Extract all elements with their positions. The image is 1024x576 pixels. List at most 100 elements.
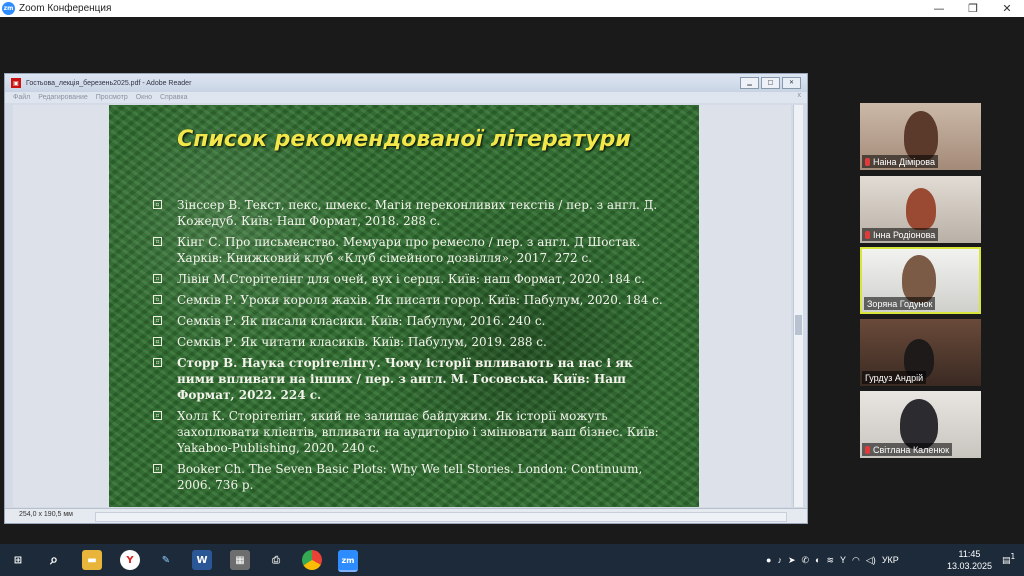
scanner-icon[interactable]: ⎙: [266, 550, 286, 570]
participant-tile[interactable]: Інна Родіонова: [860, 176, 981, 243]
calculator-icon[interactable]: ▦: [230, 550, 250, 570]
viber-icon[interactable]: ✆: [801, 555, 809, 566]
muted-mic-icon: [865, 445, 870, 454]
chrome-icon[interactable]: [302, 550, 322, 570]
network-icon[interactable]: ≋: [826, 555, 834, 566]
reader-close-icon[interactable]: ✕: [782, 77, 801, 89]
zoom-logo-icon: zm: [2, 2, 15, 15]
windows-start-icon[interactable]: ⊞: [8, 550, 28, 570]
reader-window-title: Гостьова_лекція_березень2025.pdf - Adobe…: [26, 79, 192, 87]
literature-item-text: Зінссер В. Текст, пекс, шмекс. Магія пер…: [177, 198, 658, 228]
literature-item-text: Лівін М.Сторітелінг для очей, вух і серц…: [177, 272, 645, 286]
volume-icon[interactable]: ◁): [866, 555, 876, 566]
reader-window-controls: ▁ □ ✕: [740, 77, 801, 89]
literature-item: ▫ Семків Р. Уроки короля жахів. Як писати…: [153, 292, 673, 308]
zoom-window-title: Zoom Конференция: [19, 3, 112, 14]
microphone-icon[interactable]: ♪: [777, 555, 782, 565]
word-icon[interactable]: W: [192, 550, 212, 570]
zoom-tray-icon[interactable]: ●: [766, 555, 771, 565]
literature-item-text: Booker Ch. The Seven Basic Plots: Why We…: [177, 462, 643, 492]
literature-item: ▫ Booker Ch. The Seven Basic Plots: Why W…: [153, 461, 673, 493]
reader-menubar: Файл Редагирование Просмотр Окно Справка…: [5, 92, 807, 103]
participant-silhouette: [902, 255, 936, 303]
menu-item-window[interactable]: Окно: [136, 94, 152, 101]
meeting-area: ▣ Гостьова_лекція_березень2025.pdf - Ado…: [0, 17, 1024, 544]
scrollbar-thumb[interactable]: [795, 315, 802, 335]
paint-icon[interactable]: ✎: [156, 550, 176, 570]
zoom-taskbar-icon[interactable]: zm: [338, 550, 358, 572]
participant-name: Гурдуз Андрій: [865, 372, 924, 383]
vertical-scrollbar[interactable]: [793, 105, 803, 507]
menu-item-edit[interactable]: Редагирование: [38, 94, 88, 101]
messenger-icon[interactable]: ◐: [815, 555, 820, 565]
literature-item-text: Сторр В. Наука сторітелінгу. Чому історі…: [177, 356, 633, 402]
bullet-icon: ▫: [153, 464, 162, 473]
notification-count: 1: [1010, 552, 1016, 561]
document-area: Список рекомендованої літератури ▫ Зінссе…: [13, 105, 791, 507]
muted-mic-icon: [865, 230, 870, 239]
bullet-icon: ▫: [153, 358, 162, 367]
close-icon[interactable]: ✕: [990, 0, 1024, 17]
document-close-icon[interactable]: x: [798, 92, 802, 99]
participant-name-bar: Зоряна Годунок: [864, 297, 936, 310]
file-explorer-icon[interactable]: ▬: [82, 550, 102, 570]
participant-name: Інна Родіонова: [873, 229, 936, 240]
literature-list: ▫ Зінссер В. Текст, пекс, шмекс. Магія пе…: [153, 197, 673, 498]
participant-silhouette: [904, 111, 938, 161]
participant-tile[interactable]: Зоряна Годунок: [860, 247, 981, 314]
search-icon[interactable]: ⌕: [44, 550, 64, 570]
menu-item-file[interactable]: Файл: [13, 94, 30, 101]
taskbar-clock[interactable]: 11:45 13.03.2025: [947, 548, 992, 572]
participant-tile[interactable]: Наіна Дімірова: [860, 103, 981, 170]
literature-item: ▫ Семків Р. Як читати класиків. Київ: Паб…: [153, 334, 673, 350]
yandex-tray-icon[interactable]: Y: [840, 555, 846, 565]
notification-icon[interactable]: ▤1: [1002, 552, 1016, 566]
participant-tile[interactable]: Гурдуз Андрій: [860, 319, 981, 386]
system-tray: ● ♪ ➤ ✆ ◐ ≋ Y ◠ ◁) УКР: [766, 550, 899, 570]
shared-screen-adobe-reader: ▣ Гостьова_лекція_березень2025.pdf - Ado…: [4, 73, 808, 524]
clock-date: 13.03.2025: [946, 561, 992, 571]
literature-item-text: Холл К. Сторітелінг, який не залишає бай…: [177, 409, 659, 455]
participant-name: Зоряна Годунок: [867, 298, 933, 309]
windows-taskbar: ⊞ ⌕ ▬ Y ✎ W ▦ ⎙ zm ● ♪ ➤ ✆ ◐ ≋ Y ◠ ◁) УК…: [0, 544, 1024, 576]
horizontal-scrollbar[interactable]: [95, 512, 787, 522]
wifi-icon[interactable]: ◠: [852, 555, 860, 566]
participant-silhouette: [900, 399, 938, 449]
bullet-icon: ▫: [153, 274, 162, 283]
muted-mic-icon: [865, 157, 870, 166]
literature-item: ▫ Сторр В. Наука сторітелінгу. Чому істор…: [153, 355, 673, 403]
language-indicator[interactable]: УКР: [882, 555, 899, 565]
maximize-icon[interactable]: ❐: [956, 0, 990, 17]
yandex-browser-icon[interactable]: Y: [120, 550, 140, 570]
bullet-icon: ▫: [153, 316, 162, 325]
participant-tile[interactable]: Світлана Каленюк: [860, 391, 981, 458]
bullet-icon: ▫: [153, 337, 162, 346]
bullet-icon: ▫: [153, 295, 162, 304]
participant-name: Світлана Каленюк: [873, 444, 950, 455]
menu-item-help[interactable]: Справка: [160, 94, 187, 101]
reader-minimize-icon[interactable]: ▁: [740, 77, 759, 89]
participant-silhouette: [906, 188, 936, 230]
reader-maximize-icon[interactable]: □: [761, 77, 780, 89]
telegram-icon[interactable]: ➤: [788, 555, 796, 566]
zoom-titlebar: zm Zoom Конференция — ❐ ✕: [0, 0, 1024, 17]
literature-item: ▫ Кінг С. Про письменство. Мемуари про ре…: [153, 234, 673, 266]
bullet-icon: ▫: [153, 237, 162, 246]
clock-time: 11:45: [958, 549, 981, 559]
literature-item-text: Семків Р. Уроки короля жахів. Як писати …: [177, 293, 663, 307]
participant-name: Наіна Дімірова: [873, 156, 935, 167]
reader-statusbar: 254,0 x 190,5 мм: [5, 508, 807, 523]
literature-item: ▫ Зінссер В. Текст, пекс, шмекс. Магія пе…: [153, 197, 673, 229]
literature-item: ▫ Лівін М.Сторітелінг для очей, вух і сер…: [153, 271, 673, 287]
bullet-icon: ▫: [153, 411, 162, 420]
participant-name-bar: Гурдуз Андрій: [862, 371, 927, 384]
bullet-icon: ▫: [153, 200, 162, 209]
presentation-slide: Список рекомендованої літератури ▫ Зінссе…: [109, 105, 699, 507]
window-controls: — ❐ ✕: [922, 0, 1024, 17]
literature-item: ▫ Семків Р. Як писали класики. Київ: Пабу…: [153, 313, 673, 329]
pdf-icon: ▣: [11, 78, 21, 88]
participant-name-bar: Світлана Каленюк: [862, 443, 953, 456]
menu-item-view[interactable]: Просмотр: [96, 94, 128, 101]
minimize-icon[interactable]: —: [922, 0, 956, 17]
literature-item-text: Семків Р. Як читати класиків. Київ: Пабу…: [177, 335, 547, 349]
